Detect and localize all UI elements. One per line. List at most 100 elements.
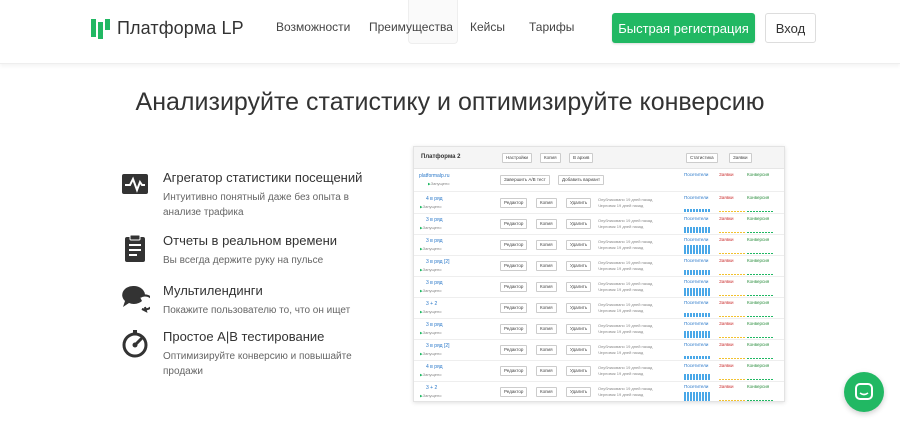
preview-spark-bar (756, 379, 758, 380)
nav-features[interactable]: Возможности (276, 20, 350, 34)
nav-pricing[interactable]: Тарифы (529, 20, 574, 34)
preview-editor-button: Редактор (500, 324, 528, 334)
preview-spark-bar (705, 288, 707, 296)
preview-spark-bar (690, 227, 692, 233)
preview-variant-name: 3 + 2 (426, 385, 438, 391)
preview-sparkline (684, 203, 710, 212)
preview-sparkline (684, 266, 710, 275)
preview-spark-bar (765, 379, 767, 380)
preview-spark-bar (719, 400, 721, 401)
preview-spark-bar (731, 358, 733, 359)
preview-spark-bar (750, 337, 752, 338)
preview-spark-bar (740, 232, 742, 233)
preview-sparkline (684, 224, 710, 233)
preview-spark-bar (690, 331, 692, 338)
preview-copy-button: Копия (536, 345, 557, 355)
preview-sparkline (684, 392, 710, 401)
preview-spark-bar (708, 245, 710, 254)
preview-spark-bar (750, 295, 752, 296)
preview-archive-button: В архив (569, 153, 594, 163)
preview-variant-status: Запущено (420, 351, 442, 356)
preview-sparkline (684, 350, 710, 359)
preview-spark-bar (722, 295, 724, 296)
preview-spark-bar (687, 270, 689, 275)
preview-spark-bar (762, 400, 764, 401)
preview-spark-bar (743, 253, 745, 254)
preview-row-col-leads: Заявки (719, 384, 734, 389)
preview-spark-bar (684, 356, 686, 359)
preview-delete-button: Удалить (566, 261, 592, 271)
preview-spark-bar (756, 295, 758, 296)
preview-spark-bar (687, 209, 689, 212)
preview-spark-bar (756, 253, 758, 254)
preview-spark-bar (750, 316, 752, 317)
preview-variant-name: 3 в ряд (426, 280, 443, 286)
preview-spark-bar (687, 245, 689, 254)
preview-col-visitors: Посетители (684, 172, 709, 177)
preview-spark-bar (690, 374, 692, 380)
preview-spark-bar (705, 356, 707, 359)
preview-delete-button: Удалить (566, 324, 592, 334)
register-button[interactable]: Быстрая регистрация (612, 13, 755, 43)
preview-spark-bar (708, 392, 710, 401)
preview-spark-bar (734, 253, 736, 254)
preview-delete-button: Удалить (566, 219, 592, 229)
preview-spark-bar (705, 245, 707, 254)
preview-spark-bar (728, 295, 730, 296)
clipboard-icon (125, 234, 145, 262)
preview-spark-bar (771, 379, 773, 380)
preview-spark-bar (687, 227, 689, 233)
preview-spark-bar (740, 337, 742, 338)
preview-spark-bar (725, 337, 727, 338)
preview-spark-bar (708, 313, 710, 317)
preview-spark-bar (684, 227, 686, 233)
preview-spark-bar (687, 356, 689, 359)
preview-spark-bar (722, 253, 724, 254)
preview-spark-bar (740, 253, 742, 254)
preview-spark-bar (696, 288, 698, 296)
preview-settings-button: Настройки (502, 153, 533, 163)
preview-spark-bar (768, 274, 770, 275)
preview-draft: Черновик 19 дней назад (598, 245, 644, 250)
preview-draft: Черновик 19 дней назад (598, 224, 644, 229)
nav-advantages[interactable]: Преимущества (369, 20, 453, 34)
preview-row-col-leads: Заявки (719, 216, 734, 221)
login-button[interactable]: Вход (765, 13, 816, 43)
preview-spark-bar (740, 400, 742, 401)
preview-row-col-visitors: Посетители (684, 384, 709, 389)
preview-spark-bar (731, 295, 733, 296)
preview-spark-bar (747, 379, 749, 380)
preview-spark-bar (756, 337, 758, 338)
nav-cases[interactable]: Кейсы (470, 20, 505, 34)
preview-spark-bar (771, 211, 773, 212)
preview-spark-bar (696, 270, 698, 275)
preview-col-leads: Заявки (719, 172, 734, 177)
preview-spark-bar (759, 295, 761, 296)
preview-spark-bar (690, 313, 692, 317)
preview-spark-bar (731, 337, 733, 338)
preview-draft: Черновик 19 дней назад (598, 203, 644, 208)
preview-spark-bar (768, 400, 770, 401)
preview-sparkline (719, 287, 745, 296)
preview-spark-bar (759, 211, 761, 212)
preview-spark-bar (684, 270, 686, 275)
preview-spark-bar (699, 227, 701, 233)
preview-row-col-visitors: Посетители (684, 342, 709, 347)
preview-spark-bar (753, 295, 755, 296)
preview-spark-bar (725, 358, 727, 359)
preview-spark-bar (731, 400, 733, 401)
preview-spark-bar (696, 356, 698, 359)
preview-spark-bar (696, 392, 698, 401)
logo[interactable]: Платформа LP (91, 16, 244, 40)
preview-spark-bar (743, 274, 745, 275)
preview-spark-bar (702, 270, 704, 275)
chat-widget-button[interactable] (844, 372, 884, 412)
preview-spark-bar (702, 392, 704, 401)
preview-row-col-conversion: Конверсия (747, 321, 770, 326)
preview-spark-bar (759, 400, 761, 401)
preview-spark-bar (765, 295, 767, 296)
feature-stats: Агрегатор статистики посещений Интуитивн… (120, 170, 400, 220)
preview-spark-bar (731, 379, 733, 380)
preview-sparkline (747, 329, 773, 338)
preview-add-variant-button: Добавить вариант (558, 175, 605, 185)
